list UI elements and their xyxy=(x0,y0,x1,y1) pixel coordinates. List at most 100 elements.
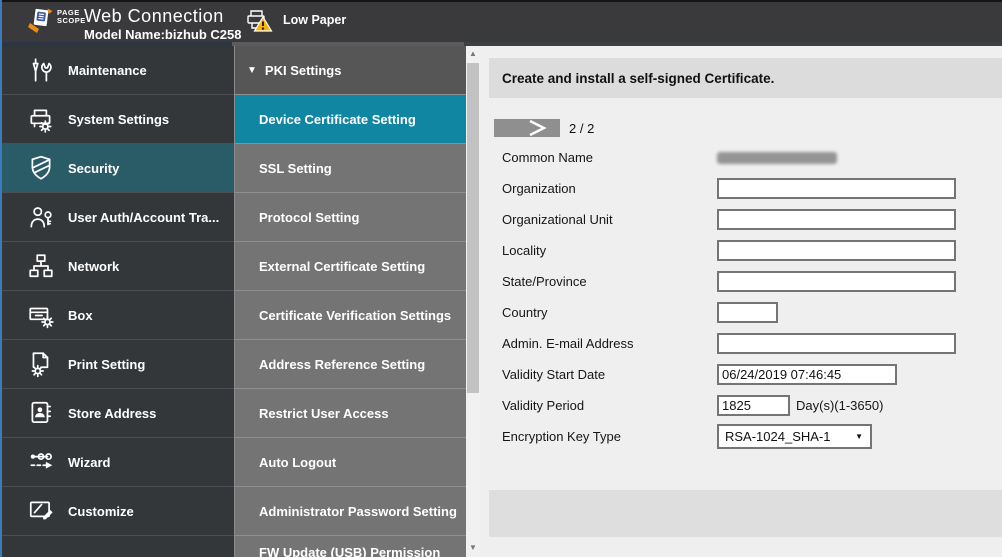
pagescope-logo-icon xyxy=(28,6,54,34)
submenu-item-label: Administrator Password Setting xyxy=(259,503,457,519)
main-menu-sidebar: Maintenance System Settings Security Use… xyxy=(2,46,234,557)
common-name-value-redacted xyxy=(717,151,837,164)
sidebar-item-label: Maintenance xyxy=(68,62,147,78)
submenu-item-certificate-verification-settings[interactable]: Certificate Verification Settings xyxy=(235,291,466,340)
sidebar-item-user-auth-account-tra[interactable]: User Auth/Account Tra... xyxy=(2,193,234,242)
device-status[interactable]: Low Paper xyxy=(245,7,346,33)
sidebar-item-maintenance[interactable]: Maintenance xyxy=(2,46,234,95)
submenu-item-label: Address Reference Setting xyxy=(259,356,426,372)
step-indicator: 2 / 2 xyxy=(494,119,594,137)
sidebar-item-label: System Settings xyxy=(68,111,170,127)
organization-input[interactable] xyxy=(717,178,956,199)
validity-start-date-input[interactable] xyxy=(717,364,897,385)
submenu-item-fw-update-usb-permission-setting[interactable]: FW Update (USB) Permission Setting xyxy=(235,536,466,557)
web-connection-window: PAGE SCOPE Web Connection Model Name:biz… xyxy=(0,0,1002,557)
security-submenu: ▼ PKI Settings Device Certificate Settin… xyxy=(234,46,466,557)
admin-email-input[interactable] xyxy=(717,333,956,354)
field-row-state-province: State/Province xyxy=(480,266,1002,297)
submenu-item-administrator-password-setting[interactable]: Administrator Password Setting xyxy=(235,487,466,536)
field-row-admin-email: Admin. E-mail Address xyxy=(480,328,1002,359)
print-setting-icon xyxy=(26,350,56,378)
locality-input[interactable] xyxy=(717,240,956,261)
sidebar-item-wizard[interactable]: Wizard xyxy=(2,438,234,487)
top-bar: PAGE SCOPE Web Connection Model Name:biz… xyxy=(2,0,1002,46)
submenu-item-address-reference-setting[interactable]: Address Reference Setting xyxy=(235,340,466,389)
low-paper-warning-icon xyxy=(245,7,273,33)
submenu-item-protocol-setting[interactable]: Protocol Setting xyxy=(235,193,466,242)
field-label-validity-start-date: Validity Start Date xyxy=(502,367,606,382)
app-title: Web Connection xyxy=(84,6,224,26)
encryption-key-type-select[interactable]: RSA-1024_SHA-1 ▼ xyxy=(717,424,872,449)
submenu-scrollbar[interactable]: ▲ ▼ xyxy=(466,46,480,557)
scrollbar-up-icon[interactable]: ▲ xyxy=(466,46,480,61)
submenu-item-auto-logout[interactable]: Auto Logout xyxy=(235,438,466,487)
sidebar-item-box[interactable]: Box xyxy=(2,291,234,340)
field-label-state-province: State/Province xyxy=(502,274,587,289)
scrollbar-down-icon[interactable]: ▼ xyxy=(466,540,480,555)
store-address-icon xyxy=(26,399,56,427)
sidebar-item-label: Store Address xyxy=(68,405,157,421)
sidebar-item-label: Security xyxy=(68,160,120,176)
field-label-validity-period: Validity Period xyxy=(502,398,585,413)
field-label-common-name: Common Name xyxy=(502,150,594,165)
submenu-item-label: External Certificate Setting xyxy=(259,258,426,274)
step-arrow-icon xyxy=(494,119,560,137)
pagescope-brand: PAGE SCOPE xyxy=(28,6,86,34)
field-row-organizational-unit: Organizational Unit xyxy=(480,204,1002,235)
field-row-locality: Locality xyxy=(480,235,1002,266)
sidebar-item-print-setting[interactable]: Print Setting xyxy=(2,340,234,389)
scrollbar-thumb[interactable] xyxy=(467,63,479,393)
network-icon xyxy=(26,252,56,280)
field-row-validity-start-date: Validity Start Date xyxy=(480,359,1002,390)
field-label-locality: Locality xyxy=(502,243,547,258)
sidebar-item-label: Wizard xyxy=(68,454,111,470)
submenu-item-label: Device Certificate Setting xyxy=(259,111,416,127)
field-row-encryption-key-type: Encryption Key Type RSA-1024_SHA-1 ▼ xyxy=(480,421,1002,452)
country-input[interactable] xyxy=(717,302,778,323)
sidebar-item-label: Network xyxy=(68,258,120,274)
submenu-item-label: Restrict User Access xyxy=(259,405,389,421)
dropdown-arrow-icon: ▼ xyxy=(855,432,863,441)
sidebar-item-label: Box xyxy=(68,307,93,323)
field-label-organization: Organization xyxy=(502,181,576,196)
maintenance-icon xyxy=(26,56,56,84)
field-row-organization: Organization xyxy=(480,173,1002,204)
state-province-input[interactable] xyxy=(717,271,956,292)
field-label-admin-email: Admin. E-mail Address xyxy=(502,336,634,351)
step-count: 2 / 2 xyxy=(569,120,595,136)
box-icon xyxy=(26,301,56,329)
sidebar-item-security[interactable]: Security xyxy=(2,144,234,193)
sidebar-item-label: Print Setting xyxy=(68,356,146,372)
field-row-validity-period: Validity Period Day(s)(1-3650) xyxy=(480,390,1002,421)
wizard-icon xyxy=(26,448,56,476)
collapse-triangle-icon: ▼ xyxy=(247,64,257,76)
field-label-country: Country xyxy=(502,305,548,320)
field-row-country: Country xyxy=(480,297,1002,328)
top-edge-line xyxy=(2,0,1002,2)
submenu-item-label: FW Update (USB) Permission Setting xyxy=(259,545,441,557)
submenu-item-label: Protocol Setting xyxy=(259,209,360,225)
sidebar-item-label: Customize xyxy=(68,503,134,519)
submenu-item-ssl-setting[interactable]: SSL Setting xyxy=(235,144,466,193)
content-panel: Create and install a self-signed Certifi… xyxy=(480,46,1002,557)
customize-icon xyxy=(26,497,56,525)
submenu-item-restrict-user-access[interactable]: Restrict User Access xyxy=(235,389,466,438)
status-label: Low Paper xyxy=(283,13,347,27)
security-shield-icon xyxy=(26,154,56,182)
certificate-form: Common Name Organization Organizational Un… xyxy=(480,142,1002,452)
sidebar-item-store-address[interactable]: Store Address xyxy=(2,389,234,438)
user-auth-key-icon xyxy=(26,203,56,231)
validity-period-input[interactable] xyxy=(717,395,790,416)
submenu-item-label: SSL Setting xyxy=(259,160,332,176)
submenu-group-pki-settings[interactable]: ▼ PKI Settings xyxy=(235,46,466,95)
submenu-item-device-certificate-setting[interactable]: Device Certificate Setting xyxy=(235,95,466,144)
submenu-item-label: Certificate Verification Settings xyxy=(259,307,452,323)
organizational-unit-input[interactable] xyxy=(717,209,956,230)
sidebar-item-network[interactable]: Network xyxy=(2,242,234,291)
field-label-encryption-key-type: Encryption Key Type xyxy=(502,429,621,444)
sidebar-item-customize[interactable]: Customize xyxy=(2,487,234,536)
system-settings-icon xyxy=(26,105,56,133)
sidebar-item-system-settings[interactable]: System Settings xyxy=(2,95,234,144)
submenu-item-external-certificate-setting[interactable]: External Certificate Setting xyxy=(235,242,466,291)
submenu-item-label: Auto Logout xyxy=(259,454,337,470)
